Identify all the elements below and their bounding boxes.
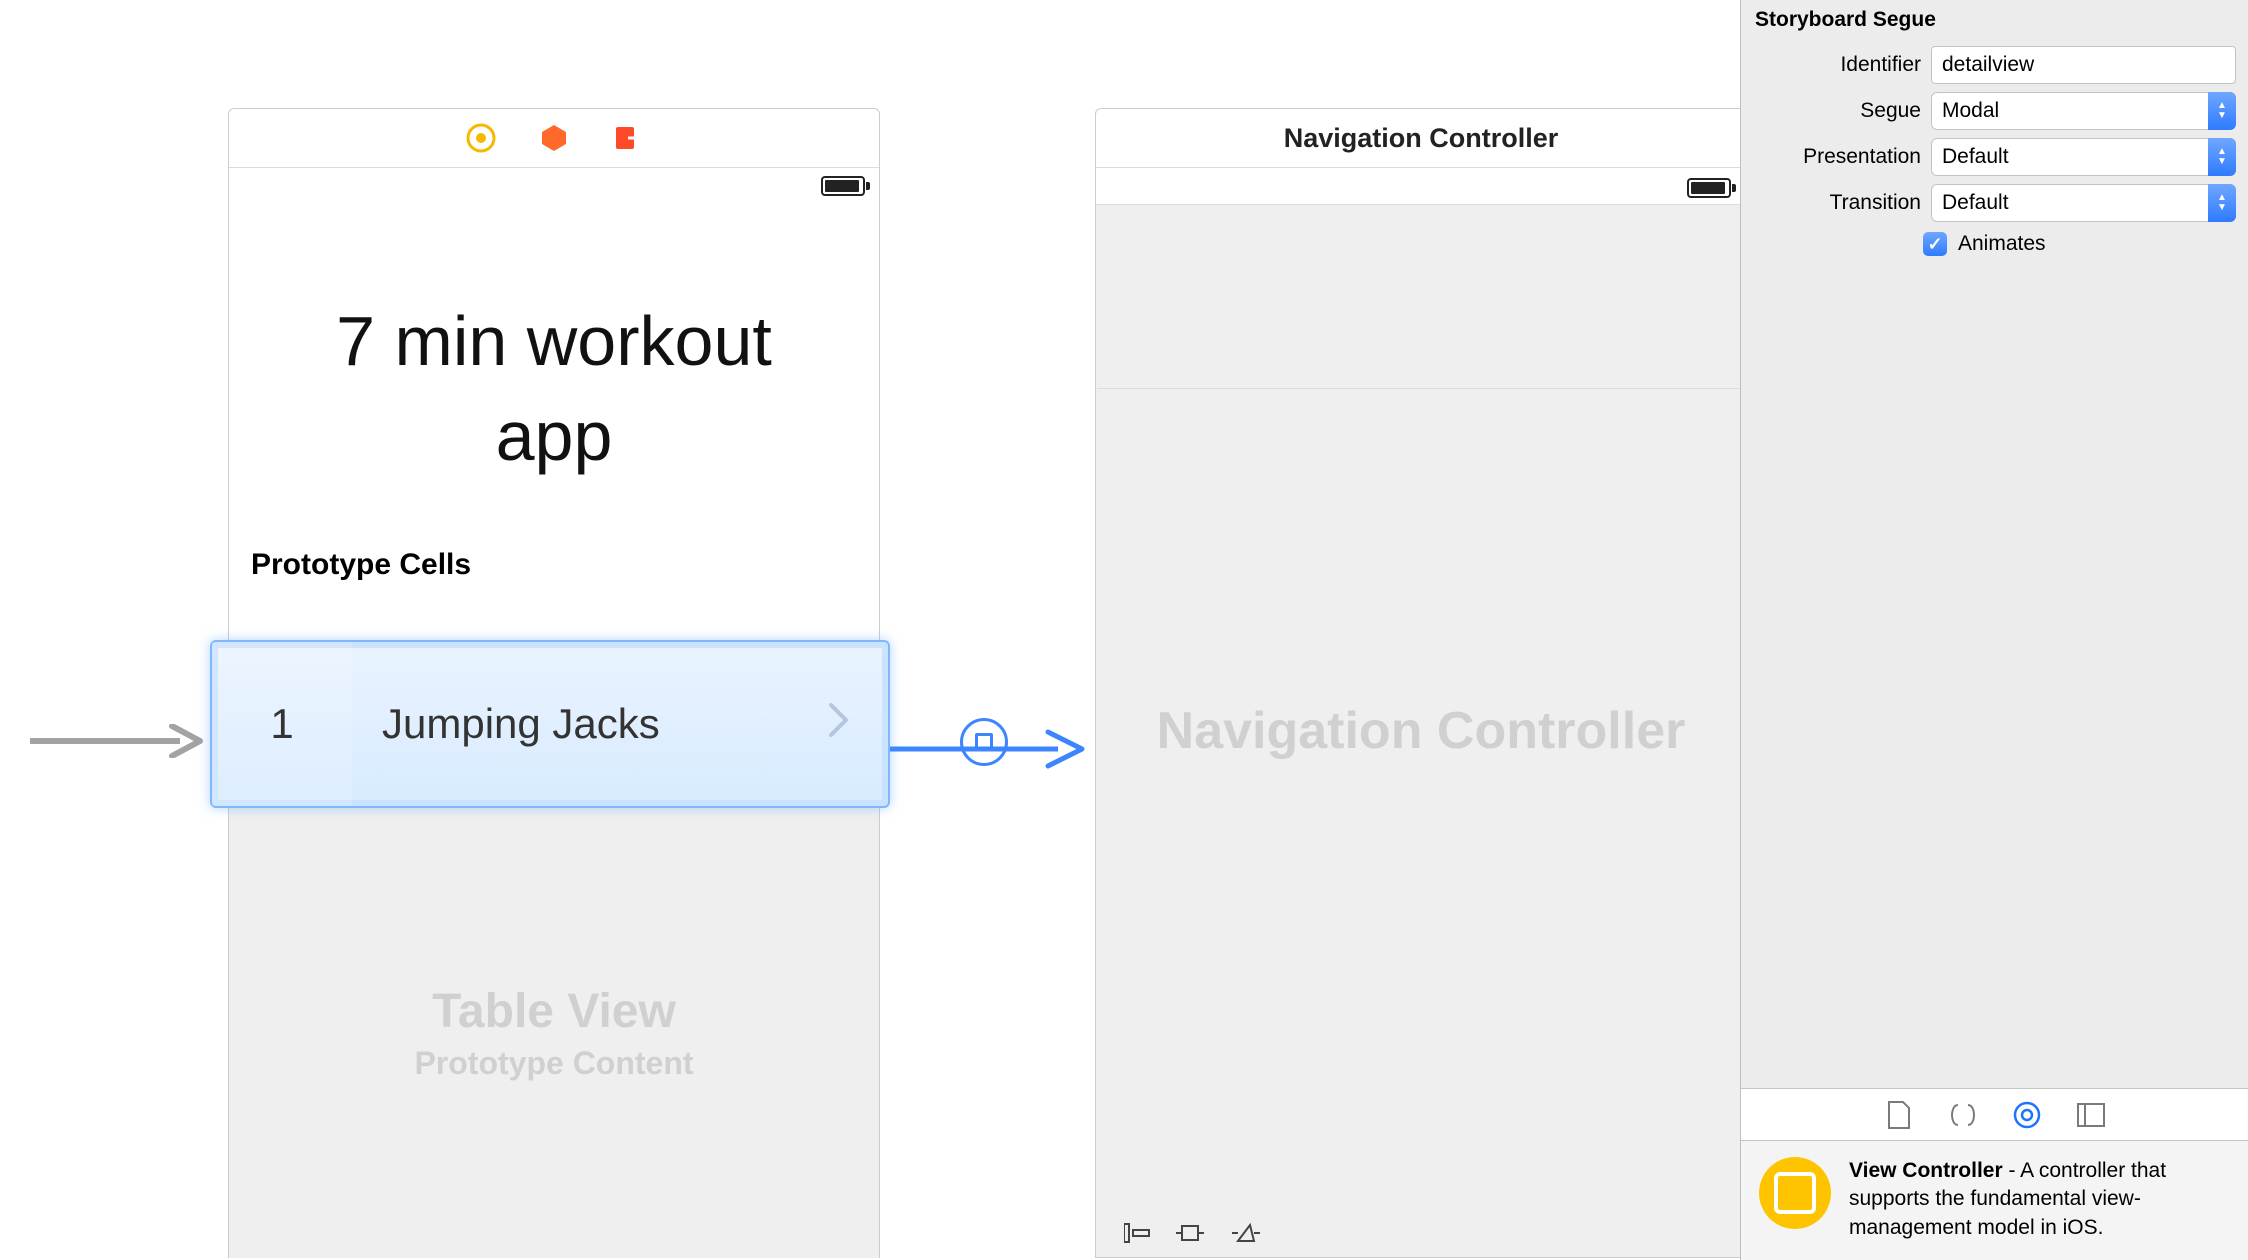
code-snippets-tab-icon[interactable] xyxy=(1947,1099,1979,1131)
navigation-controller-watermark: Navigation Controller xyxy=(1157,701,1686,761)
navigation-bar-placeholder xyxy=(1097,239,1745,389)
chevron-up-down-icon: ▲▼ xyxy=(2208,138,2236,176)
app-title-label: 7 min workout app xyxy=(229,294,879,483)
initial-view-controller-arrow xyxy=(30,724,208,758)
battery-icon xyxy=(1687,178,1731,198)
first-responder-icon[interactable] xyxy=(539,123,570,154)
presentation-select[interactable]: Default ▲▼ xyxy=(1931,138,2236,176)
pin-tool-icon[interactable] xyxy=(1174,1221,1206,1252)
animates-checkbox[interactable]: ✓ xyxy=(1923,232,1947,256)
attributes-inspector: Storyboard Segue Identifier Segue Modal … xyxy=(1740,0,2248,1260)
table-view-placeholder-subtitle: Prototype Content xyxy=(414,1045,693,1082)
library-item-text: View Controller - A controller that supp… xyxy=(1849,1157,2230,1242)
exit-icon[interactable] xyxy=(612,123,643,154)
align-tool-icon[interactable] xyxy=(1124,1221,1150,1252)
scene-dock xyxy=(229,109,879,168)
transition-select[interactable]: Default ▲▼ xyxy=(1931,184,2236,222)
inspector-section-header: Storyboard Segue xyxy=(1741,0,2248,42)
prototype-cells-header: Prototype Cells xyxy=(229,548,879,592)
chevron-up-down-icon: ▲▼ xyxy=(2208,184,2236,222)
table-view-placeholder-title: Table View xyxy=(432,984,676,1039)
identifier-input[interactable] xyxy=(1931,46,2236,84)
resolve-issues-icon[interactable] xyxy=(1230,1221,1262,1252)
disclosure-indicator-icon xyxy=(828,702,888,747)
animates-label: Animates xyxy=(1958,232,2046,256)
media-library-tab-icon[interactable] xyxy=(2075,1099,2107,1131)
segue-kind-icon[interactable] xyxy=(960,718,1008,766)
segue-label: Segue xyxy=(1753,99,1921,123)
storyboard-canvas[interactable]: 7 min workout app Prototype Cells Table … xyxy=(0,0,1760,1260)
battery-icon xyxy=(821,176,865,196)
cell-title-label: Jumping Jacks xyxy=(352,700,828,748)
alignment-tools xyxy=(1124,1221,1262,1252)
file-templates-tab-icon[interactable] xyxy=(1883,1099,1915,1131)
transition-label: Transition xyxy=(1753,191,1921,215)
nav-status-bar xyxy=(1097,170,1745,206)
prototype-cell-selected[interactable]: 1 Jumping Jacks xyxy=(210,640,890,808)
nav-scene-dock-title: Navigation Controller xyxy=(1096,109,1746,168)
navigation-controller-scene[interactable]: Navigation Controller Navigation Control… xyxy=(1095,108,1747,1258)
identifier-label: Identifier xyxy=(1753,53,1921,77)
object-library-tab-icon[interactable] xyxy=(2011,1099,2043,1131)
cell-number-label: 1 xyxy=(212,642,352,806)
chevron-up-down-icon: ▲▼ xyxy=(2208,92,2236,130)
library-item-view-controller[interactable]: View Controller - A controller that supp… xyxy=(1741,1140,2248,1260)
view-controller-library-icon xyxy=(1759,1157,1831,1229)
table-view-placeholder[interactable]: Table View Prototype Content xyxy=(228,808,880,1258)
segue-select[interactable]: Modal ▲▼ xyxy=(1931,92,2236,130)
library-tabs xyxy=(1741,1088,2248,1140)
presentation-label: Presentation xyxy=(1753,145,1921,169)
view-controller-icon[interactable] xyxy=(466,123,497,154)
status-bar xyxy=(229,168,879,204)
